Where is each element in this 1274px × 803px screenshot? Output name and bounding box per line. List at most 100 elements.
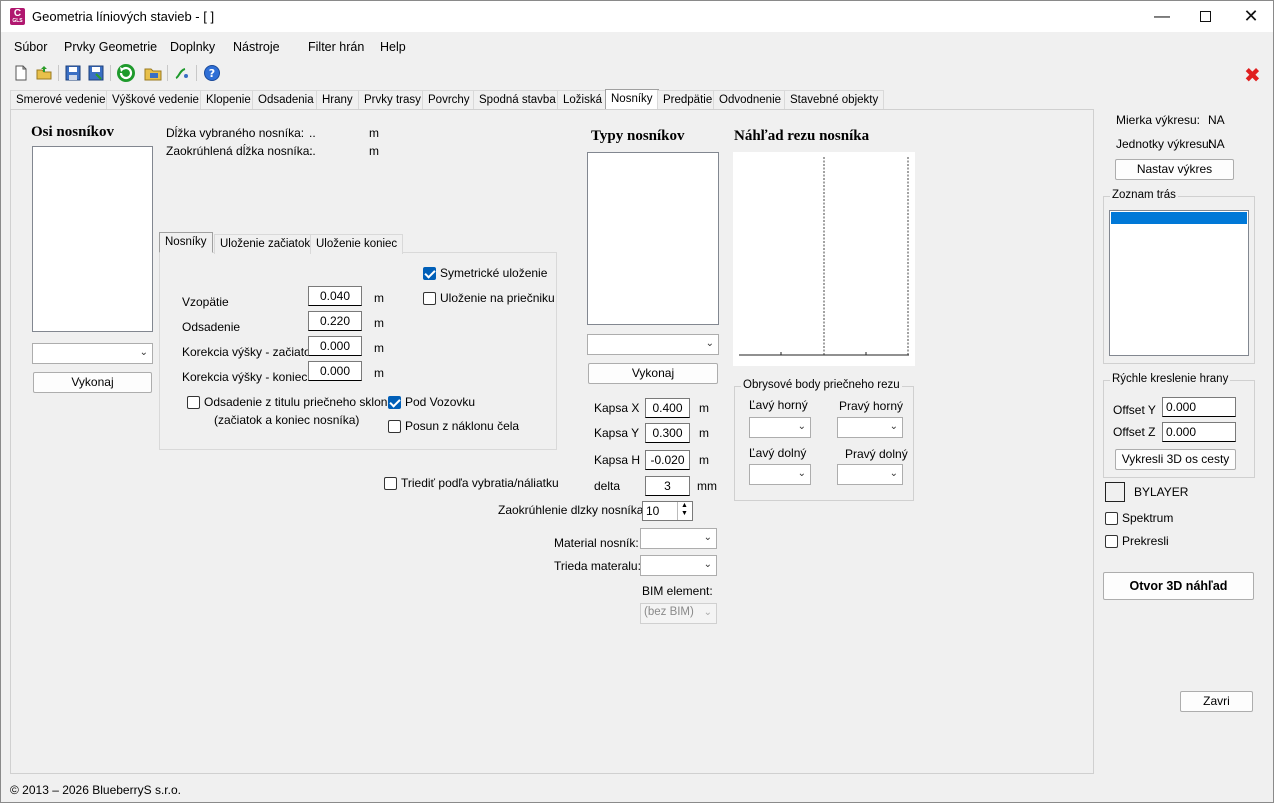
kapsa-h-input[interactable]: -0.020: [645, 450, 690, 470]
material-label: Material nosník:: [554, 536, 639, 550]
unit-label: m: [374, 341, 384, 355]
tab-loziska[interactable]: Ložiská: [557, 90, 608, 110]
route-icon[interactable]: [173, 64, 191, 82]
close-plugin-icon[interactable]: ✖: [1244, 63, 1261, 88]
tab-povrchy[interactable]: Povrchy: [422, 90, 476, 110]
bim-label: BIM element:: [642, 584, 713, 598]
save-icon[interactable]: [64, 64, 82, 82]
menu-help[interactable]: Help: [380, 40, 406, 54]
material-class-label: Trieda materalu:: [554, 559, 641, 573]
subtab-nosniky[interactable]: Nosníky: [159, 232, 213, 253]
delta-input[interactable]: 3: [645, 476, 690, 496]
offset-z-input[interactable]: 0.000: [1162, 422, 1236, 442]
bim-combo[interactable]: (bez BIM) ⌄: [640, 603, 717, 624]
routes-list-selected-item[interactable]: [1111, 212, 1247, 224]
tab-predpatie[interactable]: Predpätie: [657, 90, 719, 110]
chevron-down-icon: ⌄: [705, 338, 714, 349]
symmetric-checkbox[interactable]: [423, 267, 436, 280]
beam-round-length-value: ..: [309, 144, 316, 158]
beam-axes-combo[interactable]: ⌄: [32, 343, 153, 364]
top-left-label: Ľavý horný: [749, 398, 808, 412]
offset-y-input[interactable]: 0.000: [1162, 397, 1236, 417]
material-class-combo[interactable]: ⌄: [640, 555, 717, 576]
unit-label: m: [374, 291, 384, 305]
offset-slope-checkbox[interactable]: [187, 396, 200, 409]
bottom-left-combo[interactable]: ⌄: [749, 464, 811, 485]
tab-klopenie[interactable]: Klopenie: [200, 90, 257, 110]
beam-types-combo[interactable]: ⌄: [587, 334, 719, 355]
tab-stavebne-objekty[interactable]: Stavebné objekty: [784, 90, 885, 110]
kapsa-x-input[interactable]: 0.400: [645, 398, 690, 418]
kapsa-y-input[interactable]: 0.300: [645, 423, 690, 443]
toolbar-separator: [196, 65, 197, 81]
close-button[interactable]: Zavri: [1180, 691, 1253, 712]
tab-vyskove-vedenie[interactable]: Výškové vedenie: [106, 90, 205, 110]
sort-checkbox[interactable]: [384, 477, 397, 490]
tab-spodna-stavba[interactable]: Spodná stavba: [473, 90, 562, 110]
beam-axes-list[interactable]: [32, 146, 153, 332]
close-window-icon[interactable]: ✕: [1228, 1, 1273, 32]
chevron-down-icon: ⌄: [703, 532, 712, 543]
rounding-spinner[interactable]: 10 ▲ ▼: [642, 501, 693, 521]
toolbar: ?: [1, 61, 1273, 85]
posun-checkbox[interactable]: [388, 420, 401, 433]
open-3d-preview-button[interactable]: Otvor 3D náhľad: [1103, 572, 1254, 600]
refresh-icon[interactable]: [115, 62, 137, 84]
height-correction-start-input[interactable]: 0.000: [308, 336, 362, 356]
subtab-ulozenie-zaciatok[interactable]: Uloženie začiatok: [214, 234, 317, 254]
tab-prvky-trasy[interactable]: Prvky trasy: [358, 90, 427, 110]
top-right-label: Pravý horný: [839, 399, 904, 413]
unit-label: m: [374, 366, 384, 380]
menu-nastroje[interactable]: Nástroje: [233, 40, 280, 54]
subtab-ulozenie-koniec[interactable]: Uloženie koniec: [310, 234, 404, 254]
odsadenie-input[interactable]: 0.220: [308, 311, 362, 331]
menu-subor[interactable]: Súbor: [14, 40, 47, 54]
preview-title: Náhľad rezu nosníka: [734, 128, 870, 144]
unit-label: m: [699, 401, 709, 415]
bottom-right-combo[interactable]: ⌄: [837, 464, 903, 485]
sort-label: Triediť podľa vybratia/náliatku: [401, 476, 559, 490]
help-icon[interactable]: ?: [203, 64, 221, 82]
top-right-combo[interactable]: ⌄: [837, 417, 903, 438]
set-drawing-button[interactable]: Nastav výkres: [1115, 159, 1234, 180]
height-correction-end-input[interactable]: 0.000: [308, 361, 362, 381]
new-file-icon[interactable]: [12, 64, 30, 82]
menu-prvky-geometrie[interactable]: Prvky Geometrie: [64, 40, 157, 54]
minimize-icon[interactable]: —: [1139, 1, 1185, 32]
chevron-down-icon: ⌄: [703, 559, 712, 570]
svg-text:?: ?: [209, 67, 215, 80]
spinner-arrows-icon[interactable]: ▲ ▼: [677, 502, 691, 520]
beam-axes-run-button[interactable]: Vykonaj: [33, 372, 152, 393]
tab-hrany[interactable]: Hrany: [316, 90, 359, 110]
draw-3d-axis-button[interactable]: Vykresli 3D os cesty: [1115, 449, 1236, 470]
drawing-scale-label: Mierka výkresu:: [1116, 113, 1201, 127]
open-folder-icon[interactable]: [35, 64, 53, 82]
prekresli-checkbox[interactable]: [1105, 535, 1118, 548]
material-combo[interactable]: ⌄: [640, 528, 717, 549]
top-left-combo[interactable]: ⌄: [749, 417, 811, 438]
maximize-icon[interactable]: [1182, 1, 1228, 32]
beam-types-list[interactable]: [587, 152, 719, 325]
save-as-icon[interactable]: [87, 64, 105, 82]
symmetric-label: Symetrické uloženie: [440, 266, 548, 280]
beam-length-value: ..: [309, 126, 316, 140]
menu-filter-hran[interactable]: Filter hrán: [308, 40, 364, 54]
bylayer-label: BYLAYER: [1134, 485, 1189, 499]
routes-list[interactable]: [1109, 210, 1249, 356]
offset-y-label: Offset Y: [1113, 403, 1156, 417]
crossbeam-checkbox[interactable]: [423, 292, 436, 305]
unit-mm-label: mm: [697, 479, 717, 493]
tab-odsadenia[interactable]: Odsadenia: [252, 90, 320, 110]
tab-smerove-vedenie[interactable]: Smerové vedenie: [10, 90, 112, 110]
beam-axes-title: Osi nosníkov: [31, 124, 114, 140]
folder-settings-icon[interactable]: [144, 64, 162, 82]
menu-doplnky[interactable]: Doplnky: [170, 40, 215, 54]
spektrum-checkbox[interactable]: [1105, 512, 1118, 525]
beam-types-run-button[interactable]: Vykonaj: [588, 363, 718, 384]
pod-vozovku-checkbox[interactable]: [388, 396, 401, 409]
tab-nosniky[interactable]: Nosníky: [605, 89, 659, 110]
vzopatie-input[interactable]: 0.040: [308, 286, 362, 306]
chevron-down-icon: ⌄: [889, 468, 898, 479]
tab-odvodnenie[interactable]: Odvodnenie: [713, 90, 788, 110]
color-swatch[interactable]: [1105, 482, 1125, 502]
